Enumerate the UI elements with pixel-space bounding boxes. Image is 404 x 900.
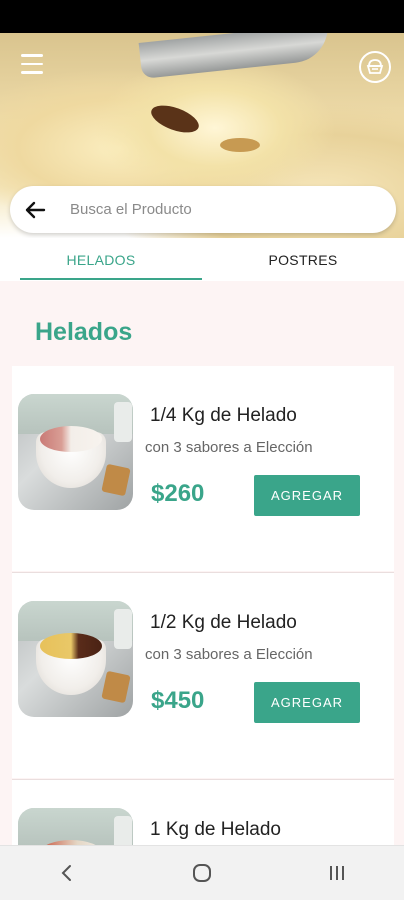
product-card[interactable]: 1/2 Kg de Helado con 3 sabores a Elecció…	[12, 573, 394, 778]
caramel-chunk-graphic	[220, 138, 260, 152]
product-title: 1/2 Kg de Helado	[150, 612, 297, 633]
menu-button[interactable]	[18, 52, 46, 76]
recents-icon	[329, 866, 344, 880]
nav-back-button[interactable]	[37, 853, 97, 893]
arrow-left-icon	[25, 201, 46, 218]
home-circle-icon	[192, 864, 211, 882]
product-subtitle: con 3 sabores a Elección	[145, 439, 313, 456]
product-card[interactable]: 1 Kg de Helado	[12, 780, 394, 845]
section-title: Helados	[35, 318, 133, 346]
system-nav-bar	[0, 845, 404, 900]
add-button[interactable]: AGREGAR	[254, 682, 360, 723]
profile-button[interactable]	[359, 51, 391, 83]
status-bar	[0, 0, 404, 33]
chevron-left-icon	[61, 865, 72, 881]
tab-helados[interactable]: HELADOS	[0, 238, 202, 281]
product-subtitle: con 3 sabores a Elección	[145, 646, 313, 663]
tab-postres[interactable]: POSTRES	[202, 238, 404, 281]
add-button[interactable]: AGREGAR	[254, 475, 360, 516]
search-input[interactable]	[70, 201, 370, 218]
category-tabs: HELADOS POSTRES	[0, 238, 404, 281]
nav-recents-button[interactable]	[307, 853, 367, 893]
product-image	[18, 601, 133, 717]
product-image	[18, 394, 133, 510]
menu-icon	[21, 51, 43, 77]
chocolate-chunk-graphic	[147, 100, 203, 138]
product-price: $450	[151, 687, 205, 714]
product-image	[18, 808, 133, 845]
nav-home-button[interactable]	[172, 853, 232, 893]
product-title: 1/4 Kg de Helado	[150, 405, 297, 426]
back-button[interactable]	[10, 186, 60, 233]
product-price: $260	[151, 480, 205, 507]
product-title: 1 Kg de Helado	[150, 819, 281, 840]
search-bar	[10, 186, 396, 233]
ice-cream-profile-icon	[366, 59, 384, 74]
spoon-graphic	[138, 33, 332, 79]
product-card[interactable]: 1/4 Kg de Helado con 3 sabores a Elecció…	[12, 366, 394, 571]
